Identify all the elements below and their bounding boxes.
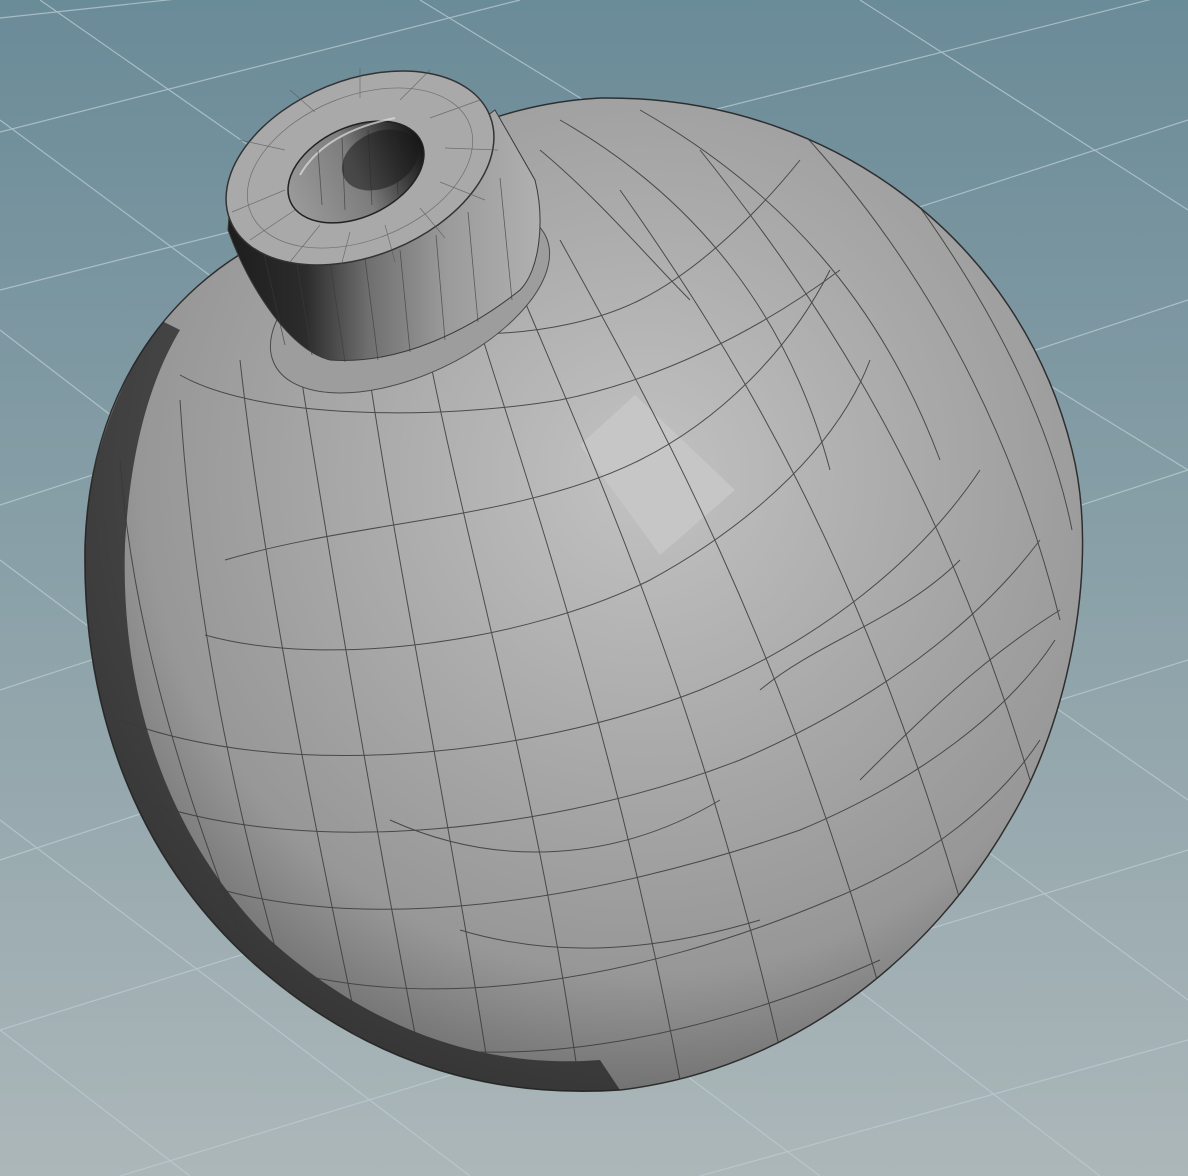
viewport-canvas[interactable] [0, 0, 1188, 1176]
3d-viewport[interactable] [0, 0, 1188, 1176]
